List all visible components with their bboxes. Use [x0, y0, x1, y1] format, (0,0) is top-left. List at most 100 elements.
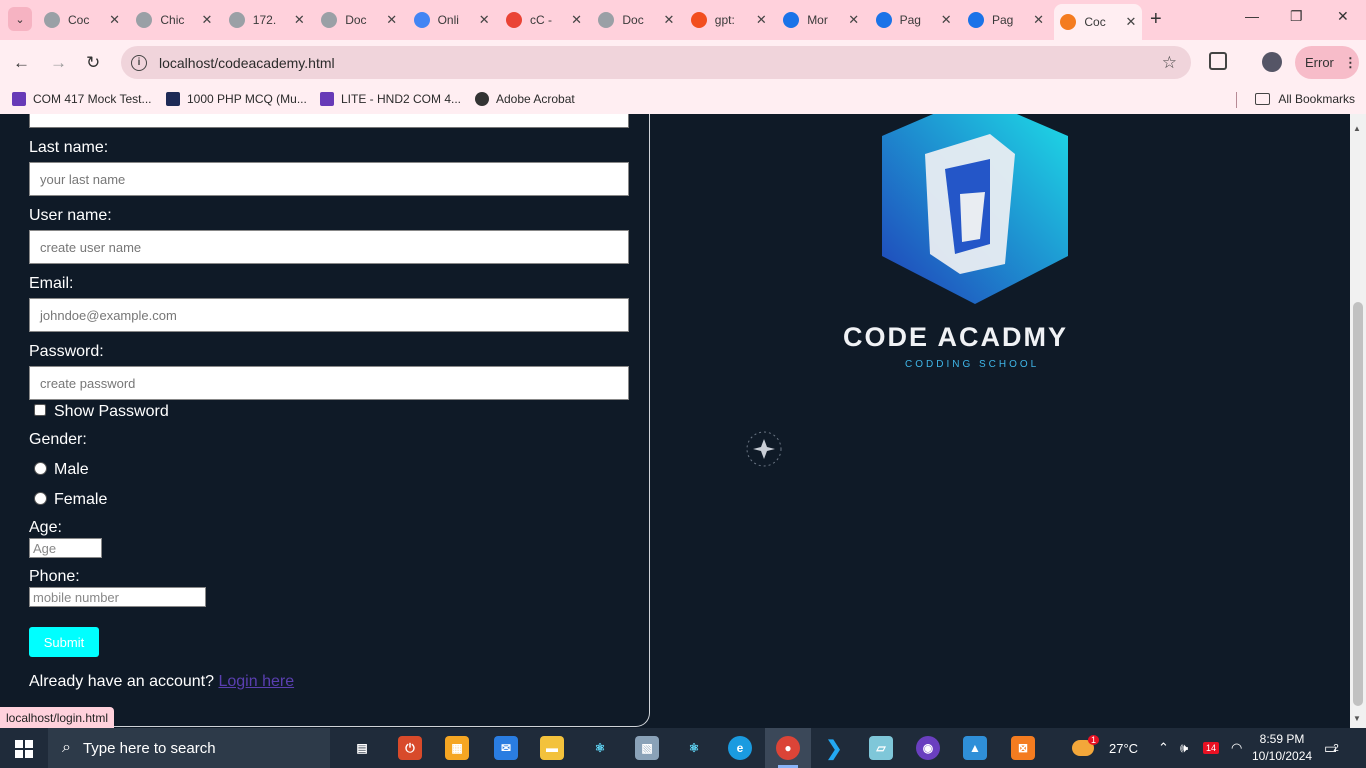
windows-start-icon[interactable]	[15, 740, 33, 758]
reload-button[interactable]: ↻	[86, 53, 100, 73]
store-icon[interactable]: ▦	[445, 736, 469, 760]
tab-close-icon[interactable]: ✕	[1033, 12, 1044, 28]
browser-tab[interactable]: Mor ✕	[777, 6, 865, 34]
taskbar-clock[interactable]: 8:59 PM 10/10/2024	[1252, 731, 1312, 765]
password-label: Password:	[29, 343, 104, 360]
browser-tab[interactable]: cC - ✕	[500, 6, 588, 34]
tab-close-icon[interactable]: ✕	[479, 12, 490, 28]
close-window-button[interactable]: ✕	[1337, 8, 1349, 25]
show-password-label[interactable]: Show Password	[54, 403, 169, 421]
tab-title: Chic	[160, 13, 185, 27]
tab-close-icon[interactable]: ✕	[756, 12, 767, 28]
tab-search-button[interactable]: ⌄	[8, 7, 32, 31]
tab-favicon-icon	[228, 12, 245, 28]
react-native-app-icon[interactable]: ⚛	[682, 736, 706, 760]
browser-tab[interactable]: Pag ✕	[962, 6, 1050, 34]
browser-tab[interactable]: Pag ✕	[870, 6, 958, 34]
age-placeholder: Age	[33, 540, 57, 556]
taskbar-search-box[interactable]: ⌕ Type here to search	[48, 728, 330, 768]
menu-dots-icon[interactable]: ⋮	[1344, 55, 1357, 71]
last-name-input[interactable]: your last name	[29, 162, 629, 196]
first-name-input[interactable]	[29, 114, 629, 128]
male-label[interactable]: Male	[54, 461, 89, 479]
vscode-icon[interactable]: ❯	[822, 736, 846, 760]
tab-title: Pag	[899, 13, 921, 27]
weather-widget[interactable]: 1 27°C	[1072, 728, 1138, 768]
status-bar-url: localhost/login.html	[0, 707, 115, 728]
tab-close-icon[interactable]: ✕	[941, 12, 952, 28]
notes-app-icon[interactable]: ▱	[869, 736, 893, 760]
tab-close-icon[interactable]: ✕	[1125, 14, 1136, 30]
bookmark-item[interactable]: Adobe Acrobat	[475, 92, 575, 106]
bookmark-item[interactable]: 1000 PHP MCQ (Mu...	[166, 92, 307, 106]
tab-title: Mor	[807, 13, 828, 27]
profile-avatar[interactable]	[1262, 52, 1282, 72]
site-info-icon[interactable]: i	[131, 54, 147, 71]
react-app-icon[interactable]: ⚛	[588, 736, 612, 760]
xampp-icon[interactable]: ⊠	[1011, 736, 1035, 760]
scroll-up-arrow-icon[interactable]: ▲	[1353, 124, 1361, 133]
bookmark-item[interactable]: COM 417 Mock Test...	[12, 92, 151, 106]
browser-tab[interactable]: Chic ✕	[130, 6, 218, 34]
github-desktop-icon[interactable]: ◉	[916, 736, 940, 760]
extensions-icon[interactable]	[1209, 52, 1227, 70]
file-explorer-icon[interactable]: ▬	[540, 736, 564, 760]
scrollbar-thumb[interactable]	[1353, 302, 1363, 706]
bookmark-item[interactable]: LITE - HND2 COM 4...	[320, 92, 461, 106]
minimize-button[interactable]: —	[1245, 8, 1259, 24]
browser-tab[interactable]: Onli ✕	[408, 6, 496, 34]
tab-close-icon[interactable]: ✕	[571, 12, 582, 28]
calendar-badge: 14	[1203, 742, 1220, 754]
chrome-icon[interactable]: ●	[776, 736, 800, 760]
tab-close-icon[interactable]: ✕	[386, 12, 397, 28]
female-label[interactable]: Female	[54, 491, 107, 509]
photo-app-icon[interactable]: ▧	[635, 736, 659, 760]
tab-close-icon[interactable]: ✕	[663, 12, 674, 28]
edge-icon[interactable]: e	[728, 736, 752, 760]
address-bar[interactable]: i localhost/codeacademy.html ☆	[121, 46, 1191, 79]
browser-tab[interactable]: Doc ✕	[315, 6, 403, 34]
calendar-app-icon[interactable]: 14	[1203, 728, 1220, 768]
female-radio[interactable]	[34, 492, 47, 505]
tab-close-icon[interactable]: ✕	[109, 12, 120, 28]
email-input[interactable]: johndoe@example.com	[29, 298, 629, 332]
browser-tab[interactable]: Coc ✕	[38, 6, 126, 34]
user-name-input[interactable]: create user name	[29, 230, 629, 264]
power-app-icon[interactable]: ⏻	[398, 736, 422, 760]
browser-tab[interactable]: gpt: ✕	[685, 6, 773, 34]
brand-tagline: CODDING SCHOOL	[905, 359, 1040, 370]
tab-close-icon[interactable]: ✕	[294, 12, 305, 28]
phone-input[interactable]: mobile number	[29, 587, 206, 607]
login-link[interactable]: Login here	[218, 673, 294, 690]
back-button[interactable]: ←	[13, 53, 30, 73]
browser-tab[interactable]: Doc ✕	[592, 6, 680, 34]
password-placeholder: create password	[40, 375, 136, 391]
address-url[interactable]: localhost/codeacademy.html	[159, 55, 335, 71]
wifi-icon[interactable]: ◠	[1231, 728, 1242, 768]
tab-close-icon[interactable]: ✕	[201, 12, 212, 28]
scroll-down-arrow-icon[interactable]: ▼	[1353, 714, 1361, 723]
browser-tab[interactable]: 172. ✕	[223, 6, 311, 34]
submit-button[interactable]: Submit	[29, 627, 99, 657]
age-input[interactable]: Age	[29, 538, 102, 558]
restore-button[interactable]: ❐	[1290, 8, 1303, 25]
browser-tab[interactable]: Coc ✕	[1054, 4, 1143, 40]
notification-center-icon[interactable]: ▭ 2	[1324, 728, 1339, 768]
new-tab-button[interactable]: +	[1150, 8, 1162, 31]
forward-button[interactable]: →	[50, 53, 67, 73]
profile-error-button[interactable]: Error ⋮	[1295, 46, 1359, 79]
male-radio[interactable]	[34, 462, 47, 475]
password-input[interactable]: create password	[29, 366, 629, 400]
show-password-checkbox[interactable]	[34, 404, 46, 416]
mail-icon[interactable]: ✉	[494, 736, 518, 760]
tab-close-icon[interactable]: ✕	[848, 12, 859, 28]
last-name-placeholder: your last name	[40, 171, 126, 187]
bookmark-star-icon[interactable]: ☆	[1162, 53, 1177, 73]
photos-icon[interactable]: ▲	[963, 736, 987, 760]
tab-favicon-icon	[1060, 14, 1077, 30]
all-bookmarks-button[interactable]: All Bookmarks	[1255, 92, 1355, 106]
task-view-icon[interactable]: ▤	[350, 736, 374, 760]
show-hidden-icons-chevron-icon[interactable]: ⌃	[1158, 728, 1169, 768]
speaker-icon[interactable]: 🕪	[1180, 728, 1188, 768]
tab-favicon-icon	[413, 12, 430, 28]
